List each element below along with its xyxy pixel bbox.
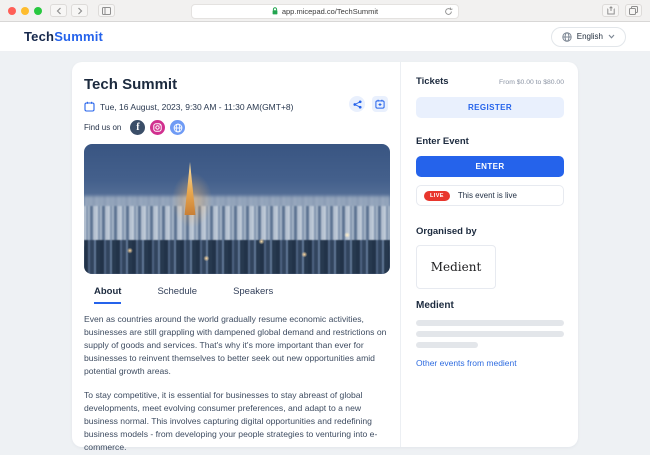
add-to-calendar-button[interactable] bbox=[372, 96, 388, 112]
instagram-icon bbox=[153, 123, 162, 132]
tickets-row: Tickets From $0.00 to $80.00 bbox=[416, 76, 564, 87]
reload-button[interactable] bbox=[444, 7, 453, 16]
logo-tech: Tech bbox=[24, 29, 54, 44]
facebook-icon: f bbox=[136, 122, 139, 133]
find-us-on-label: Find us on bbox=[84, 123, 121, 132]
website-link[interactable] bbox=[170, 120, 185, 135]
share-event-button[interactable] bbox=[349, 96, 365, 112]
organiser-name: Medient bbox=[416, 300, 564, 311]
register-button[interactable]: REGISTER bbox=[416, 97, 564, 118]
share-nodes-icon bbox=[353, 100, 362, 109]
live-status-card: LIVE This event is live bbox=[416, 185, 564, 206]
language-label: English bbox=[577, 32, 603, 41]
sidebar-toggle-button[interactable] bbox=[98, 4, 115, 17]
social-row: Find us on f bbox=[84, 120, 388, 135]
site-header: TechSummit English bbox=[0, 22, 650, 52]
close-window-button[interactable] bbox=[8, 7, 16, 15]
skeleton-line bbox=[416, 320, 564, 326]
organised-by-title: Organised by bbox=[416, 226, 564, 237]
event-banner-image bbox=[84, 144, 390, 274]
tickets-title: Tickets bbox=[416, 76, 449, 87]
globe-social-icon bbox=[173, 123, 183, 133]
page-body: Tech Summit Tue, 16 August, 2023, 9:30 A… bbox=[0, 52, 650, 455]
event-sidebar: Tickets From $0.00 to $80.00 REGISTER En… bbox=[400, 62, 578, 447]
ticket-price-range: From $0.00 to $80.00 bbox=[499, 79, 564, 86]
enter-event-title: Enter Event bbox=[416, 136, 564, 147]
zoom-window-button[interactable] bbox=[34, 7, 42, 15]
event-tabs: About Schedule Speakers bbox=[84, 286, 388, 304]
logo-summit: Summit bbox=[54, 29, 103, 44]
window-controls bbox=[8, 7, 42, 15]
enter-button[interactable]: ENTER bbox=[416, 156, 564, 177]
skeleton-line bbox=[416, 331, 564, 337]
about-content: Even as countries around the world gradu… bbox=[84, 313, 392, 454]
tab-schedule[interactable]: Schedule bbox=[157, 286, 197, 304]
event-title: Tech Summit bbox=[84, 76, 388, 93]
address-bar[interactable]: app.micepad.co/TechSummit bbox=[191, 4, 459, 19]
share-icon bbox=[607, 6, 615, 15]
other-events-link[interactable]: Other events from medient bbox=[416, 358, 564, 368]
share-page-button[interactable] bbox=[602, 4, 619, 17]
tab-speakers[interactable]: Speakers bbox=[233, 286, 273, 304]
browser-chrome: app.micepad.co/TechSummit bbox=[0, 0, 650, 22]
live-badge: LIVE bbox=[424, 191, 450, 201]
chevron-down-icon bbox=[608, 34, 615, 39]
skeleton-line bbox=[416, 342, 478, 348]
calendar-plus-icon bbox=[375, 99, 385, 109]
sidebar-icon bbox=[102, 7, 111, 15]
live-status-text: This event is live bbox=[458, 191, 517, 200]
url-text: app.micepad.co/TechSummit bbox=[282, 7, 378, 16]
tab-about[interactable]: About bbox=[94, 286, 121, 304]
site-logo: TechSummit bbox=[24, 29, 103, 44]
reload-icon bbox=[444, 7, 453, 16]
chevron-right-icon bbox=[77, 7, 83, 15]
event-main: Tech Summit Tue, 16 August, 2023, 9:30 A… bbox=[72, 62, 400, 447]
organiser-logo: Medient bbox=[416, 245, 496, 289]
instagram-link[interactable] bbox=[150, 120, 165, 135]
event-actions bbox=[349, 96, 388, 112]
back-button[interactable] bbox=[50, 4, 67, 17]
globe-icon bbox=[562, 32, 572, 42]
tabs-icon bbox=[629, 6, 638, 15]
event-card: Tech Summit Tue, 16 August, 2023, 9:30 A… bbox=[72, 62, 578, 447]
about-paragraph: Even as countries around the world gradu… bbox=[84, 313, 392, 378]
facebook-link[interactable]: f bbox=[130, 120, 145, 135]
lock-icon bbox=[272, 7, 278, 15]
about-paragraph: To stay competitive, it is essential for… bbox=[84, 389, 392, 454]
forward-button[interactable] bbox=[71, 4, 88, 17]
chevron-left-icon bbox=[56, 7, 62, 15]
tab-overview-button[interactable] bbox=[625, 4, 642, 17]
banner-city-lights bbox=[84, 144, 390, 274]
event-datetime: Tue, 16 August, 2023, 9:30 AM - 11:30 AM… bbox=[100, 102, 293, 112]
language-selector[interactable]: English bbox=[551, 27, 626, 47]
calendar-icon bbox=[84, 101, 95, 112]
minimize-window-button[interactable] bbox=[21, 7, 29, 15]
event-datetime-row: Tue, 16 August, 2023, 9:30 AM - 11:30 AM… bbox=[84, 101, 388, 112]
